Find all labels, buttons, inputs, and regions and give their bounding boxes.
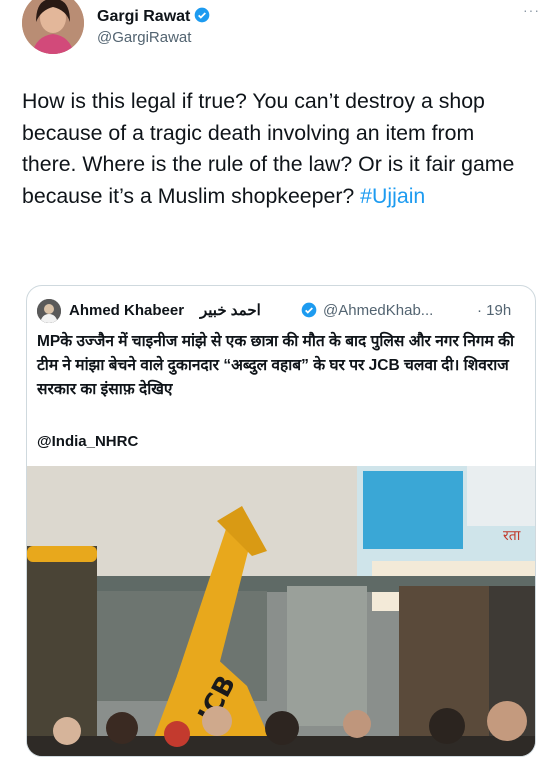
more-icon[interactable]: ··· xyxy=(523,2,540,18)
quoted-author-name-urdu[interactable]: احمد خبیر xyxy=(200,301,261,319)
quoted-tweet[interactable]: Ahmed Khabeer احمد خبیر @AhmedKhab... · … xyxy=(26,285,536,757)
quoted-tweet-time[interactable]: · 19h xyxy=(477,302,511,319)
quoted-author-name[interactable]: Ahmed Khabeer xyxy=(69,302,184,319)
quoted-tweet-header: Ahmed Khabeer احمد خبیر @AhmedKhab... · … xyxy=(37,299,527,323)
shop-sign: रता xyxy=(503,528,521,544)
author-name[interactable]: Gargi Rawat xyxy=(97,7,210,28)
quoted-tweet-text: MPके उज्जैन में चाइनीज मांझे से एक छात्र… xyxy=(37,333,515,398)
tweet-header: Gargi Rawat @GargiRawat ··· xyxy=(22,0,542,60)
tweet-body: How is this legal if true? You can’t des… xyxy=(22,89,515,208)
mention-link[interactable]: @India_NHRC xyxy=(37,433,138,450)
quoted-author-avatar[interactable] xyxy=(37,299,61,323)
tweet-text: How is this legal if true? You can’t des… xyxy=(22,86,534,212)
quoted-tweet-image[interactable]: रता JCB xyxy=(27,466,535,756)
verified-badge-icon xyxy=(194,7,210,28)
author-avatar[interactable] xyxy=(22,0,84,54)
hashtag-link[interactable]: #Ujjain xyxy=(360,184,425,208)
quoted-author-handle[interactable]: @AhmedKhab... xyxy=(323,302,433,319)
author-handle[interactable]: @GargiRawat xyxy=(97,29,191,46)
verified-badge-icon xyxy=(301,302,317,322)
